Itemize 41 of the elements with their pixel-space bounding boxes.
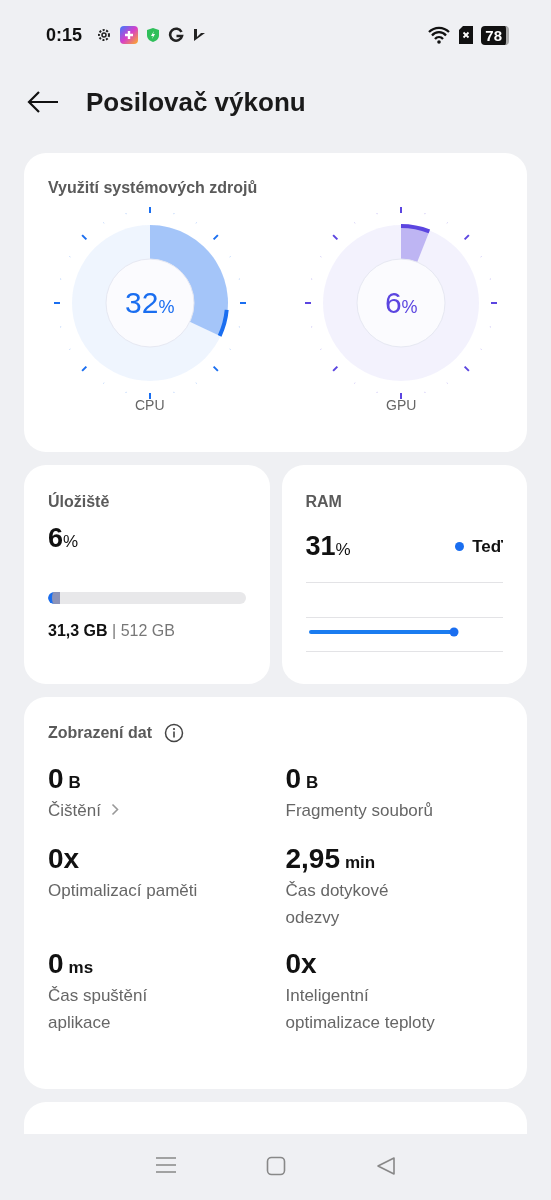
gauge-value: 32% [125, 286, 175, 320]
wifi-icon [427, 26, 452, 44]
stat-link[interactable]: Čištění [48, 797, 101, 824]
storage-usage: 31,3 GB | 512 GB [48, 622, 176, 640]
battery-indicator: 78 [481, 25, 509, 45]
gear-icon [96, 27, 113, 43]
card-title: Úložiště [48, 493, 111, 511]
gauge-label: CPU [134, 397, 165, 413]
menu-icon[interactable] [154, 1156, 177, 1174]
g-letter-icon [168, 27, 185, 43]
gauge-label: GPU [386, 397, 417, 413]
stat-label: Čas spuštění aplikace [48, 985, 149, 1034]
stat-label: Optimalizací paměti [48, 880, 199, 902]
page-title: Posilovač výkonu [86, 86, 306, 118]
info-icon[interactable] [164, 723, 184, 743]
card-title: RAM [305, 493, 343, 511]
stat-value: 0x [285, 948, 318, 980]
card-title: Zobrazení dat [48, 724, 152, 742]
stat-value: 0 B [48, 763, 82, 795]
stat-value: 2,95 min [285, 843, 377, 875]
gauge-value: 6% [384, 286, 418, 320]
home-icon[interactable] [266, 1156, 287, 1176]
app-icon [120, 26, 139, 44]
shield-icon [146, 27, 161, 43]
back-arrow-icon[interactable] [26, 90, 60, 114]
stat-label: Fragmenty souborů [285, 800, 434, 822]
stat-value: 0 ms [48, 948, 95, 980]
stat-label: Čas dotykové odezvy [285, 880, 390, 929]
stat-value: 0x [48, 843, 81, 875]
legend-label: Teď [472, 536, 503, 557]
back-icon[interactable] [376, 1156, 397, 1176]
legend-dot-icon [455, 542, 465, 551]
chevron-right-icon[interactable] [110, 803, 119, 816]
clock: 0:15 [46, 24, 83, 46]
card-title: Využití systémových zdrojů [48, 179, 259, 197]
stat-label: Inteligentní optimalizace teploty [285, 985, 436, 1034]
ram-percent: 31% [305, 531, 351, 562]
storage-percent: 6% [48, 523, 80, 554]
stat-value: 0 B [285, 763, 320, 795]
sim-card-icon [459, 26, 474, 44]
check-flag-icon [192, 27, 207, 43]
